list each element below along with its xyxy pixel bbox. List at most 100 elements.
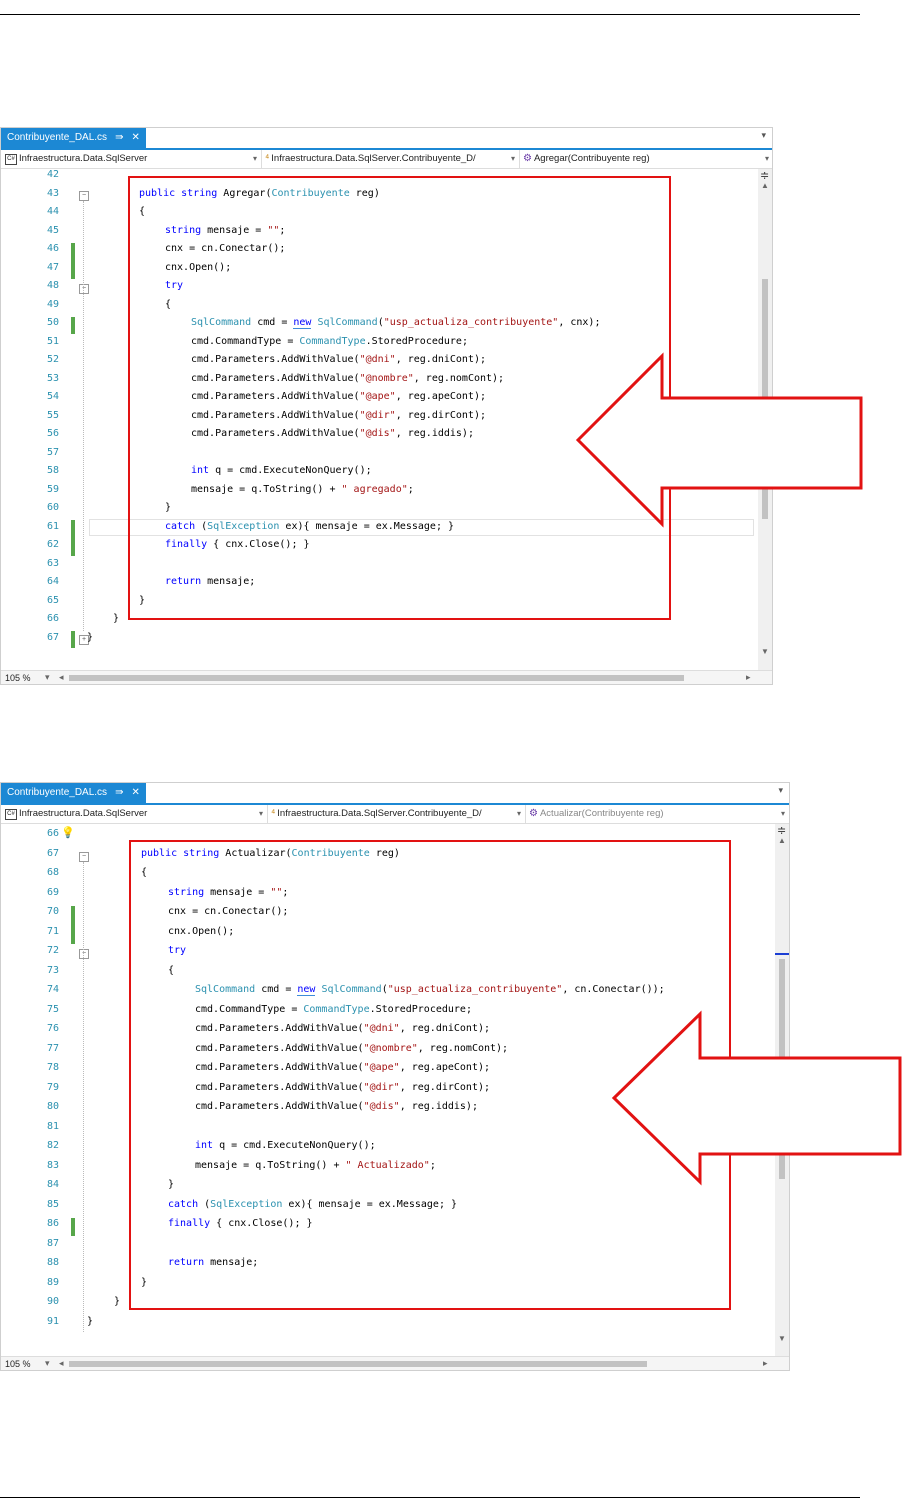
pin-icon[interactable]: ⇛ [115,783,123,803]
document-tab-bar: Contribuyente_DAL.cs ⇛ ✕ ▾ [1,128,772,150]
line-number: 53 [46,372,59,384]
collapse-icon[interactable]: − [79,949,89,959]
change-marker [71,520,75,556]
zoom-level[interactable]: 105 % [5,1358,31,1370]
line-number: 91 [46,1315,59,1327]
scroll-right-icon[interactable]: ▸ [763,1358,768,1369]
line-number: 84 [46,1179,59,1190]
line-number: 47 [46,261,59,273]
scroll-left-icon[interactable]: ◂ [59,672,64,683]
chevron-down-icon: ▾ [780,809,785,818]
nav-divider [519,150,520,168]
line-number: 73 [46,964,59,976]
line-number: 58 [46,465,59,476]
document-tab[interactable]: Contribuyente_DAL.cs ⇛ ✕ [1,128,146,148]
member-name: Agregar(Contribuyente reg) [533,153,650,164]
line-number: 75 [46,1003,59,1015]
close-icon[interactable]: ✕ [131,783,139,803]
class-name: Infraestructura.Data.SqlServer.Contribuy… [277,808,482,819]
scroll-right-icon[interactable]: ▸ [746,672,751,683]
class-icon: ⁴ [265,153,270,164]
collapse-icon[interactable]: − [79,284,89,294]
horizontal-scrollbar[interactable]: 105 % ▾ ◂ ▸ [1,670,772,684]
line-number: 87 [46,1237,59,1249]
collapse-icon[interactable]: − [79,191,89,201]
collapse-icon[interactable]: − [79,852,89,862]
close-icon[interactable]: ✕ [131,128,139,148]
line-number: 72 [46,945,59,956]
line-number: 57 [46,446,59,458]
line-number: 66 [46,828,59,839]
line-number: 67 [46,847,59,859]
csharp-project-icon: C# [5,808,17,820]
zoom-dropdown-icon[interactable]: ▾ [45,1358,50,1369]
scroll-up-icon[interactable]: ▲ [761,181,769,190]
nav-divider [525,805,526,823]
lightbulb-icon[interactable]: 💡 [61,826,75,839]
change-marker [71,1218,75,1236]
class-dropdown[interactable]: ⁴ Infraestructura.Data.SqlServer.Contrib… [271,807,521,821]
document-tab-bar: Contribuyente_DAL.cs ⇛ ✕ ▾ [1,783,789,805]
scroll-down-icon[interactable]: ▼ [761,647,769,656]
document-tab[interactable]: Contribuyente_DAL.cs ⇛ ✕ [1,783,146,803]
line-number: 69 [46,886,59,898]
scrollbar-thumb[interactable] [69,1361,647,1367]
line-number: 46 [46,243,59,254]
change-marker [71,906,75,944]
chevron-down-icon: ▾ [258,809,263,818]
navigation-bar: C# Infraestructura.Data.SqlServer ▾ ⁴ In… [1,805,789,824]
line-number: 59 [46,483,59,495]
line-number: 90 [46,1296,59,1307]
arrow-2 [611,1010,902,1186]
member-dropdown[interactable]: ⚙ Actualizar(Contribuyente reg) ▾ [529,807,785,821]
line-number: 67 [46,631,59,643]
project-dropdown[interactable]: C# Infraestructura.Data.SqlServer ▾ [5,152,257,166]
project-name: Infraestructura.Data.SqlServer [19,808,148,819]
horizontal-scrollbar[interactable]: 105 % ▾ ◂ ▸ [1,1356,789,1370]
method-icon: ⚙ [523,153,532,164]
line-number: 49 [46,298,59,310]
line-number: 63 [46,557,59,569]
line-number: 76 [46,1023,59,1034]
line-number: 88 [46,1257,59,1268]
pin-icon[interactable]: ⇛ [115,128,123,148]
fold-guide [83,862,84,1332]
scroll-down-icon[interactable]: ▼ [778,1334,786,1343]
scroll-left-icon[interactable]: ◂ [59,1358,64,1369]
line-number: 71 [46,925,59,937]
tab-dropdown-icon[interactable]: ▾ [761,130,766,141]
member-name: Actualizar(Contribuyente reg) [539,808,664,819]
line-number: 52 [46,354,59,365]
line-number: 62 [46,539,59,550]
line-number: 60 [46,502,59,513]
chevron-down-icon: ▾ [764,154,769,163]
line-number: 68 [46,867,59,878]
nav-divider [267,805,268,823]
zoom-dropdown-icon[interactable]: ▾ [45,672,50,683]
line-number: 51 [46,335,59,347]
left-arrow-shape [575,352,863,528]
arrow-1 [575,352,863,528]
zoom-level[interactable]: 105 % [5,672,31,684]
line-number: 70 [46,906,59,917]
line-number: 65 [46,594,59,606]
scroll-up-icon[interactable]: ▲ [778,836,786,845]
line-number: 74 [46,984,59,995]
line-number: 44 [46,206,59,217]
scrollbar-thumb[interactable] [69,675,684,681]
left-arrow-shape [611,1010,902,1186]
project-dropdown[interactable]: C# Infraestructura.Data.SqlServer ▾ [5,807,263,821]
tab-dropdown-icon[interactable]: ▾ [778,785,783,796]
line-number: 42 [46,169,59,180]
line-number: 81 [46,1120,59,1132]
line-number: 61 [46,520,59,532]
line-number: 79 [46,1081,59,1093]
nav-divider [261,150,262,168]
class-icon: ⁴ [271,808,276,819]
line-number: 43 [46,187,59,199]
class-dropdown[interactable]: ⁴ Infraestructura.Data.SqlServer.Contrib… [265,152,515,166]
member-dropdown[interactable]: ⚙ Agregar(Contribuyente reg) ▾ [523,152,769,166]
page-top-rule [0,14,860,15]
chevron-down-icon: ▾ [252,154,257,163]
line-number: 85 [46,1198,59,1210]
